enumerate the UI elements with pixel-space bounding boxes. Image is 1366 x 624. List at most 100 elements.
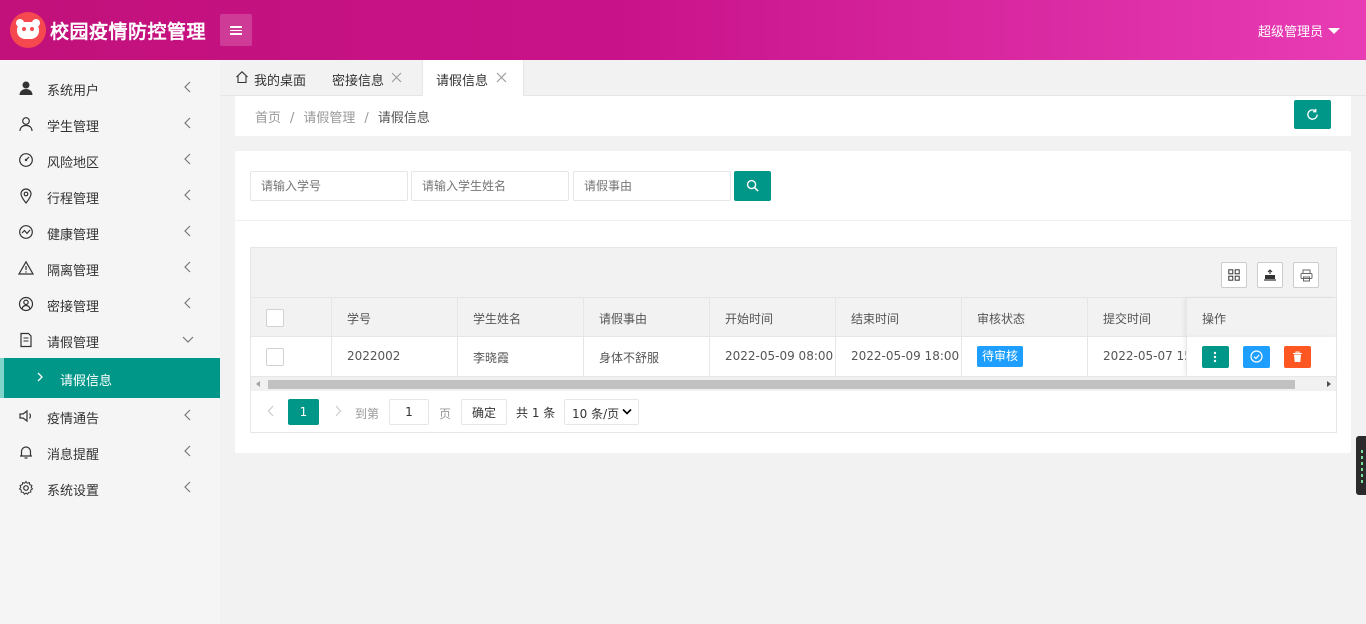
table-cell: 2022-05-09 18:00 — [836, 337, 962, 376]
delete-button[interactable] — [1284, 346, 1311, 368]
sidebar-item-label: 疫情通告 — [47, 412, 100, 427]
sidebar-item-announcements[interactable]: 疫情通告 — [0, 398, 220, 434]
chevron-left-icon — [184, 117, 191, 129]
hamburger-icon — [230, 26, 242, 28]
breadcrumb-leave-management[interactable]: 请假管理 — [303, 111, 355, 126]
sidebar-subitem-label: 请假信息 — [60, 374, 113, 389]
sidebar-item-label: 风险地区 — [47, 156, 100, 171]
floating-side-widget[interactable] — [1356, 436, 1366, 495]
tab-my-desktop[interactable]: 我的桌面 — [220, 60, 318, 96]
tab-leave-info[interactable]: 请假信息 — [422, 60, 524, 96]
print-button[interactable] — [1293, 262, 1319, 288]
sidebar-item-students[interactable]: 学生管理 — [0, 106, 220, 142]
sidebar-item-label: 学生管理 — [47, 120, 100, 135]
col-student-name: 学生姓名 — [473, 312, 522, 326]
confirm-page-button[interactable]: 确定 — [461, 399, 507, 425]
student-id-input[interactable] — [250, 171, 408, 201]
col-submitted: 提交时间 — [1103, 312, 1152, 326]
col-actions: 操作 — [1202, 312, 1227, 326]
col-start-time: 开始时间 — [725, 312, 774, 326]
check-circle-icon — [1250, 350, 1263, 363]
dashboard-icon — [19, 153, 33, 167]
chevron-left-icon — [184, 189, 191, 201]
sidebar-item-risk-areas[interactable]: 风险地区 — [0, 142, 220, 178]
search-icon — [746, 179, 759, 192]
sidebar-item-close-contacts[interactable]: 密接管理 — [0, 286, 220, 322]
pagination: 1 到第 页 确定 共 1 条 10 条/页 — [251, 391, 1336, 432]
header-select-cell — [251, 298, 332, 337]
sidebar-item-health[interactable]: 健康管理 — [0, 214, 220, 250]
content-card: 学号 学生姓名 请假事由 开始时间 结束时间 审核状态 提交时间 操作 2022… — [235, 151, 1351, 453]
tab-label: 我的桌面 — [254, 74, 307, 89]
chevron-down-icon — [622, 408, 632, 415]
leave-reason-input[interactable] — [573, 171, 731, 201]
breadcrumb-home[interactable]: 首页 — [255, 111, 281, 126]
prev-page-icon[interactable] — [266, 404, 276, 418]
student-name-input[interactable] — [411, 171, 569, 201]
sidebar-item-label: 系统设置 — [47, 484, 100, 499]
row-checkbox[interactable] — [266, 348, 284, 366]
chevron-right-icon — [37, 372, 43, 382]
cell-student-name: 李晓霞 — [473, 351, 510, 365]
app-title: 校园疫情防控管理 — [50, 21, 207, 43]
header-cell: 请假事由 — [584, 298, 710, 337]
document-icon — [20, 332, 32, 348]
tab-label: 密接信息 — [332, 74, 385, 89]
header-cell: 审核状态 — [962, 298, 1088, 337]
search-button[interactable] — [734, 171, 771, 201]
header-cell: 提交时间 — [1088, 298, 1186, 337]
sidebar-item-settings[interactable]: 系统设置 — [0, 470, 220, 506]
header-cell: 学号 — [332, 298, 458, 337]
grid-icon — [1228, 269, 1240, 281]
approve-button[interactable] — [1243, 346, 1270, 368]
menu-toggle-button[interactable] — [220, 14, 252, 46]
scrollbar-thumb[interactable] — [268, 380, 1295, 389]
close-icon[interactable] — [496, 72, 507, 83]
close-icon[interactable] — [391, 72, 402, 83]
table-cell: 2022-05-09 08:00 — [710, 337, 836, 376]
next-page-icon[interactable] — [333, 404, 343, 418]
chevron-left-icon — [184, 225, 191, 237]
sidebar-item-label: 请假管理 — [47, 336, 100, 351]
scroll-left-icon[interactable] — [256, 381, 260, 387]
user-filled-icon — [19, 81, 33, 95]
sidebar-subitem-leave-info[interactable]: 请假信息 — [0, 358, 220, 398]
page-number-input[interactable] — [389, 399, 429, 425]
table-cell: 待审核 — [962, 337, 1088, 376]
scroll-right-icon[interactable] — [1327, 381, 1331, 387]
app-logo — [10, 12, 46, 48]
pulse-icon — [19, 225, 33, 239]
breadcrumb: 首页 / 请假管理 / 请假信息 — [255, 111, 430, 126]
data-table: 学号 学生姓名 请假事由 开始时间 结束时间 审核状态 提交时间 操作 2022… — [250, 247, 1337, 433]
sidebar-item-system-users[interactable]: 系统用户 — [0, 70, 220, 106]
select-all-checkbox[interactable] — [266, 309, 284, 327]
page-size-value: 10 条/页 — [572, 407, 620, 421]
header-cell: 开始时间 — [710, 298, 836, 337]
row-ops-cell — [1186, 337, 1336, 376]
chevron-left-icon — [184, 297, 191, 309]
header-ops-cell: 操作 — [1186, 298, 1336, 337]
page-size-select[interactable]: 10 条/页 — [564, 399, 639, 425]
warning-icon — [18, 260, 34, 275]
sidebar-item-itinerary[interactable]: 行程管理 — [0, 178, 220, 214]
refresh-button[interactable] — [1294, 100, 1331, 129]
sidebar-item-leave-management[interactable]: 请假管理 — [0, 322, 220, 358]
user-menu[interactable]: 超级管理员 — [1258, 21, 1340, 40]
more-vertical-icon — [1213, 351, 1217, 363]
sidebar-item-isolation[interactable]: 隔离管理 — [0, 250, 220, 286]
tab-close-contact-info[interactable]: 密接信息 — [318, 60, 422, 96]
total-count: 共 1 条 — [516, 406, 556, 420]
top-header: 校园疫情防控管理 超级管理员 — [0, 0, 1366, 60]
breadcrumb-bar: 首页 / 请假管理 / 请假信息 — [235, 96, 1351, 136]
horizontal-scrollbar[interactable] — [251, 376, 1336, 391]
sidebar-item-label: 行程管理 — [47, 192, 100, 207]
trash-icon — [1293, 351, 1302, 362]
detail-button[interactable] — [1202, 346, 1229, 368]
sidebar-item-label: 隔离管理 — [47, 264, 100, 279]
bell-icon — [20, 446, 32, 459]
header-cell: 学生姓名 — [458, 298, 584, 337]
export-button[interactable] — [1257, 262, 1283, 288]
sidebar-item-notifications[interactable]: 消息提醒 — [0, 434, 220, 470]
column-filter-button[interactable] — [1221, 262, 1247, 288]
speaker-icon — [19, 409, 31, 423]
